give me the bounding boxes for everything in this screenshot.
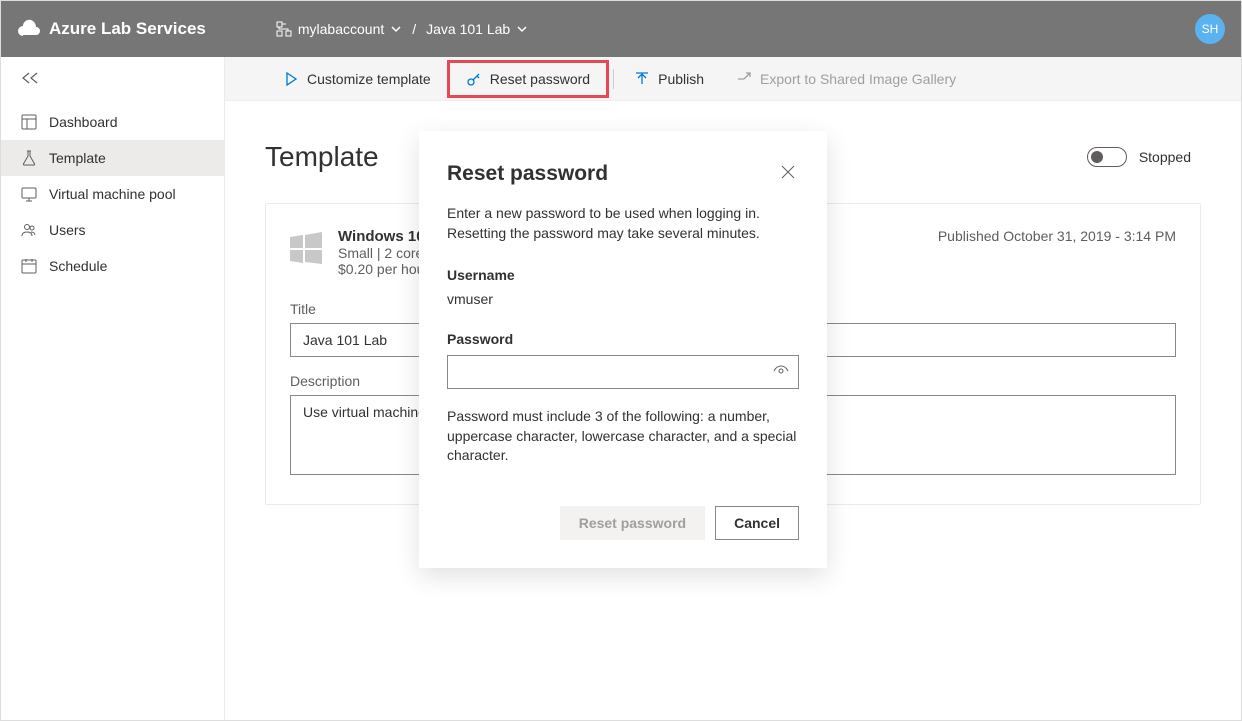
reset-password-button[interactable]: Reset password bbox=[447, 60, 609, 98]
reveal-password-icon[interactable] bbox=[773, 362, 789, 380]
sidebar-item-label: Virtual machine pool bbox=[49, 186, 176, 202]
chevron-double-left-icon bbox=[21, 71, 41, 85]
reset-password-submit-button: Reset password bbox=[560, 506, 705, 540]
reset-password-dialog: Reset password Enter a new password to b… bbox=[419, 131, 827, 568]
export-icon bbox=[736, 71, 752, 87]
key-icon bbox=[466, 71, 482, 87]
sidebar-item-label: Users bbox=[49, 222, 86, 238]
monitor-icon bbox=[21, 186, 37, 202]
upload-icon bbox=[634, 71, 650, 87]
sidebar-item-label: Dashboard bbox=[49, 114, 118, 130]
dialog-close-button[interactable] bbox=[777, 159, 799, 188]
calendar-icon bbox=[21, 258, 37, 274]
toolbar-divider bbox=[613, 69, 614, 89]
breadcrumb-account[interactable]: mylabaccount bbox=[276, 21, 402, 37]
avatar[interactable]: SH bbox=[1195, 14, 1225, 44]
sidebar-item-vmpool[interactable]: Virtual machine pool bbox=[1, 176, 224, 212]
close-icon bbox=[781, 165, 795, 179]
sidebar-collapse-button[interactable] bbox=[1, 57, 224, 104]
chevron-down-icon bbox=[516, 23, 528, 35]
sidebar-item-users[interactable]: Users bbox=[1, 212, 224, 248]
username-value: vmuser bbox=[447, 291, 799, 307]
dialog-title: Reset password bbox=[447, 162, 777, 186]
windows-icon bbox=[290, 232, 322, 264]
flask-icon bbox=[21, 150, 37, 166]
play-icon bbox=[283, 71, 299, 87]
breadcrumb-separator: / bbox=[412, 21, 416, 37]
vm-state-toggle[interactable] bbox=[1087, 147, 1127, 167]
brand-text: Azure Lab Services bbox=[49, 19, 206, 39]
dashboard-icon bbox=[21, 114, 37, 130]
breadcrumb: mylabaccount / Java 101 Lab bbox=[276, 21, 528, 37]
password-label: Password bbox=[447, 331, 799, 347]
network-icon bbox=[276, 21, 292, 37]
export-button: Export to Shared Image Gallery bbox=[720, 63, 972, 95]
chevron-down-icon bbox=[390, 23, 402, 35]
sidebar-item-schedule[interactable]: Schedule bbox=[1, 248, 224, 284]
top-header: Azure Lab Services mylabaccount / Java 1… bbox=[1, 1, 1241, 57]
sidebar: Dashboard Template Virtual machine pool … bbox=[1, 57, 225, 720]
username-label: Username bbox=[447, 267, 799, 283]
vm-published-date: Published October 31, 2019 - 3:14 PM bbox=[938, 228, 1176, 244]
cancel-button[interactable]: Cancel bbox=[715, 506, 799, 540]
vm-state-label: Stopped bbox=[1139, 149, 1191, 165]
sidebar-item-template[interactable]: Template bbox=[1, 140, 224, 176]
users-icon bbox=[21, 222, 37, 238]
breadcrumb-lab[interactable]: Java 101 Lab bbox=[426, 21, 528, 37]
sidebar-item-label: Template bbox=[49, 150, 106, 166]
password-hint: Password must include 3 of the following… bbox=[447, 407, 799, 466]
sidebar-item-dashboard[interactable]: Dashboard bbox=[1, 104, 224, 140]
sidebar-item-label: Schedule bbox=[49, 258, 107, 274]
brand-logo[interactable]: Azure Lab Services bbox=[17, 17, 206, 41]
customize-template-button[interactable]: Customize template bbox=[267, 63, 447, 95]
dialog-description: Enter a new password to be used when log… bbox=[447, 204, 799, 243]
password-input[interactable] bbox=[447, 355, 799, 389]
azure-cloud-icon bbox=[17, 17, 41, 41]
publish-button[interactable]: Publish bbox=[618, 63, 720, 95]
